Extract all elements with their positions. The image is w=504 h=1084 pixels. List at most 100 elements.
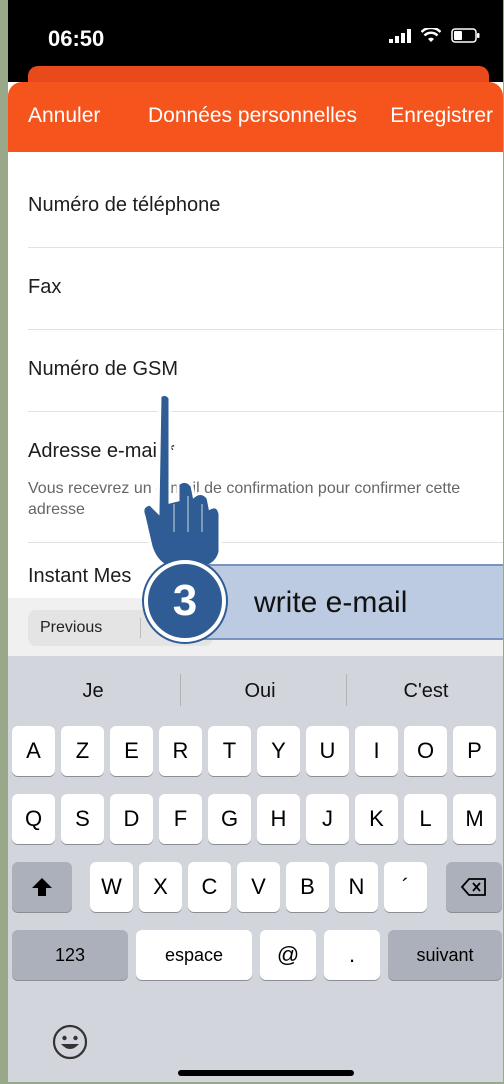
key-label: K: [369, 806, 384, 831]
key-label: B: [300, 874, 315, 899]
status-time: 06:50: [48, 26, 105, 51]
key-label: W: [101, 874, 122, 899]
key-label: N: [348, 874, 365, 899]
key-r[interactable]: R: [159, 726, 202, 776]
key-label: espace: [164, 944, 224, 965]
key-s[interactable]: S: [61, 794, 104, 844]
form: Numéro de téléphone Fax Numéro de GSM Ad…: [8, 152, 503, 600]
key-label: I: [373, 738, 380, 763]
at-key[interactable]: @: [260, 930, 316, 980]
key-label: V: [251, 874, 266, 899]
key-v[interactable]: V: [237, 862, 280, 912]
key-label: H: [270, 806, 287, 831]
key-n[interactable]: N: [335, 862, 378, 912]
key-label: 123: [54, 944, 86, 965]
key-z[interactable]: Z: [61, 726, 104, 776]
key-label: suivant: [416, 944, 474, 965]
key-label: Y: [271, 738, 286, 763]
emoji-icon: [52, 1024, 88, 1060]
battery-icon: [451, 28, 480, 43]
page-title: Données personnelles: [148, 104, 357, 127]
cancel-button[interactable]: Annuler: [28, 104, 100, 128]
key-y[interactable]: Y: [257, 726, 300, 776]
dot-key[interactable]: .: [324, 930, 380, 980]
key-label: L: [419, 806, 432, 831]
wifi-icon: [421, 28, 441, 42]
key-t[interactable]: T: [208, 726, 251, 776]
key-label: O: [416, 738, 435, 763]
key-label: P: [467, 738, 482, 763]
key-label: S: [75, 806, 90, 831]
suggestion-2[interactable]: Oui: [180, 680, 340, 703]
next-key[interactable]: suivant: [388, 930, 502, 980]
instant-messenger-label: Instant Mes: [28, 565, 132, 587]
phone-label: Numéro de téléphone: [28, 194, 221, 216]
key-label: G: [220, 806, 239, 831]
home-indicator: [178, 1070, 354, 1076]
phone-screen: 06:50 Annuler Données personnelles Enreg…: [0, 0, 504, 1084]
key-label: Q: [24, 806, 43, 831]
key-label: A: [26, 738, 41, 763]
key-label: M: [465, 806, 484, 831]
key-accent[interactable]: ´: [384, 862, 427, 912]
fax-field[interactable]: Fax: [28, 248, 503, 330]
save-button[interactable]: Enregistrer: [390, 104, 493, 128]
shift-icon: [32, 878, 52, 896]
backspace-icon: [461, 878, 486, 896]
pointing-hand-icon: [141, 392, 222, 570]
divider: [140, 618, 141, 638]
key-label: ´: [401, 874, 410, 899]
key-label: E: [124, 738, 139, 763]
key-b[interactable]: B: [286, 862, 329, 912]
keyboard: Je Oui C'est A Z E R T Y U I O P Q S D F…: [8, 656, 503, 1082]
previous-button[interactable]: Previous: [40, 619, 102, 637]
key-label: .: [348, 942, 356, 967]
nav-bar: Annuler Données personnelles Enregistrer: [8, 82, 503, 152]
key-h[interactable]: H: [257, 794, 300, 844]
key-k[interactable]: K: [355, 794, 398, 844]
emoji-button[interactable]: [52, 1024, 88, 1068]
instruction-text: write e-mail: [254, 586, 408, 619]
space-key[interactable]: espace: [136, 930, 252, 980]
key-i[interactable]: I: [355, 726, 398, 776]
phone-field[interactable]: Numéro de téléphone: [28, 166, 503, 248]
key-f[interactable]: F: [159, 794, 202, 844]
key-o[interactable]: O: [404, 726, 447, 776]
key-l[interactable]: L: [404, 794, 447, 844]
key-e[interactable]: E: [110, 726, 153, 776]
shift-key[interactable]: [12, 862, 72, 912]
instruction-callout: write e-mail: [198, 564, 503, 640]
key-w[interactable]: W: [90, 862, 133, 912]
key-c[interactable]: C: [188, 862, 231, 912]
key-u[interactable]: U: [306, 726, 349, 776]
gsm-label: Numéro de GSM: [28, 358, 179, 380]
key-a[interactable]: A: [12, 726, 55, 776]
delete-key[interactable]: [446, 862, 502, 912]
email-hint: Vous recevrez un e-mail de confirmation …: [28, 480, 461, 518]
key-label: Z: [75, 738, 90, 763]
key-d[interactable]: D: [110, 794, 153, 844]
key-label: @: [276, 942, 300, 967]
key-j[interactable]: J: [306, 794, 349, 844]
signal-icon: [389, 28, 411, 43]
key-g[interactable]: G: [208, 794, 251, 844]
numbers-key[interactable]: 123: [12, 930, 128, 980]
status-icons: [389, 28, 481, 43]
key-label: C: [201, 874, 218, 899]
key-m[interactable]: M: [453, 794, 496, 844]
suggestion-3[interactable]: C'est: [346, 680, 503, 703]
key-p[interactable]: P: [453, 726, 496, 776]
step-number: 3: [172, 576, 198, 625]
key-label: F: [173, 806, 188, 831]
key-label: R: [172, 738, 189, 763]
fax-label: Fax: [28, 276, 62, 298]
email-field[interactable]: Adresse e-mail * Vous recevrez un e-mail…: [28, 412, 503, 543]
suggestion-1[interactable]: Je: [13, 680, 173, 703]
key-label: T: [222, 738, 237, 763]
key-label: X: [153, 874, 168, 899]
gsm-field[interactable]: Numéro de GSM: [28, 330, 503, 412]
key-label: U: [319, 738, 336, 763]
key-q[interactable]: Q: [12, 794, 55, 844]
key-label: J: [322, 806, 333, 831]
key-x[interactable]: X: [139, 862, 182, 912]
